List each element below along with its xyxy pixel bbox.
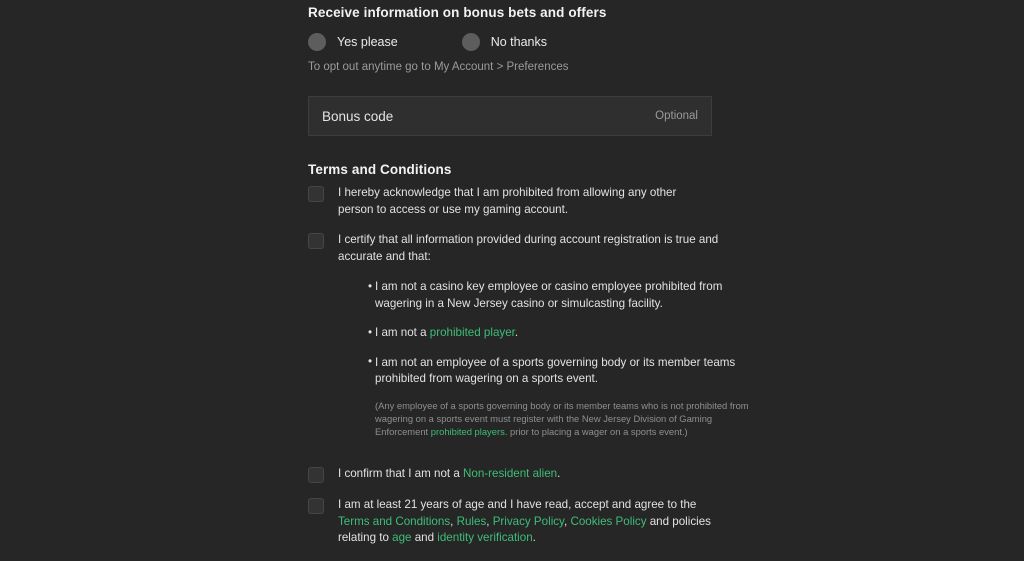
radio-circle-icon[interactable] [461,33,480,51]
term-row-acknowledge-account-access: I hereby acknowledge that I am prohibite… [308,185,712,218]
term-row-certify-information: I certify that all information provided … [308,232,749,452]
link-prohibited-players-fine-print[interactable]: prohibited players. [431,426,508,437]
age-policies-text-0: I am at least 21 years of age and I have… [338,498,697,512]
bullet-not-prohibited-player: • I am not a prohibited player. [368,325,742,342]
terms-section-heading: Terms and Conditions [308,162,452,177]
link-age-policies-7[interactable]: Cookies Policy [570,515,646,528]
radio-option-no-thanks[interactable]: No thanks [461,33,547,51]
bullet-not-sports-body-employee: • I am not an employee of a sports gover… [368,355,742,388]
term-text-acknowledge-account-access: I hereby acknowledge that I am prohibite… [338,186,677,216]
bullet-dot-icon: • [368,325,373,339]
age-policies-text-12: . [532,531,536,545]
marketing-opt-in-radio-group: Yes please No thanks [308,33,547,51]
certify-intro-text: I certify that all information provided … [338,233,719,263]
bonus-code-label: Bonus code [322,108,394,124]
non-resident-alien-suffix: . [557,467,561,481]
link-age-policies-3[interactable]: Rules [457,515,487,528]
radio-circle-icon[interactable] [308,33,326,51]
term-row-non-resident-alien: I confirm that I am not a Non-resident a… [308,466,712,484]
link-age-policies-5[interactable]: Privacy Policy [493,515,564,528]
bonus-section-heading: Receive information on bonus bets and of… [308,5,607,20]
sports-body-fine-print: (Any employee of a sports governing body… [375,399,751,439]
term-row-age-and-policies: I am at least 21 years of age and I have… [308,497,712,547]
bullet-dot-icon: • [368,355,373,368]
link-age-policies-1[interactable]: Terms and Conditions [338,515,450,528]
bullet-text-not-prohibited-player-prefix: I am not a [375,326,430,339]
bullet-text-not-sports-body-employee: I am not an employee of a sports governi… [375,355,736,386]
term-text-age-and-policies: I am at least 21 years of age and I have… [338,497,712,547]
bullet-not-casino-employee: • I am not a casino key employee or casi… [368,279,742,312]
checkbox-non-resident-alien[interactable] [308,467,324,484]
checkbox-certify-information[interactable] [308,233,324,249]
radio-option-yes-please[interactable]: Yes please [308,33,398,51]
link-prohibited-player[interactable]: prohibited player [430,326,515,339]
checkbox-acknowledge-account-access[interactable] [308,186,324,202]
link-age-policies-11[interactable]: identity verification [437,531,532,544]
opt-out-note: To opt out anytime go to My Account > Pr… [308,61,569,73]
certify-bullet-list: • I am not a casino key employee or casi… [368,279,749,438]
bullet-text-not-casino-employee: I am not a casino key employee or casino… [375,280,723,310]
bullet-dot-icon: • [368,279,373,293]
terms-checkbox-list: I hereby acknowledge that I am prohibite… [308,185,749,561]
term-text-certify-information: I certify that all information provided … [338,232,749,452]
radio-label-no-thanks: No thanks [490,35,547,49]
non-resident-alien-prefix: I confirm that I am not a [338,467,464,481]
term-text-non-resident-alien: I confirm that I am not a Non-resident a… [338,466,560,483]
radio-label-yes-please: Yes please [337,35,398,49]
bonus-code-optional-tag: Optional [655,110,698,122]
fine-print-suffix: prior to placing a wager on a sports eve… [507,425,688,437]
age-policies-text-10: and [411,531,438,545]
bullet-text-not-prohibited-player-suffix: . [514,326,519,339]
link-age-policies-9[interactable]: age [392,531,411,544]
bonus-code-input[interactable]: Bonus code Optional [308,96,712,136]
link-non-resident-alien[interactable]: Non-resident alien [463,467,557,480]
